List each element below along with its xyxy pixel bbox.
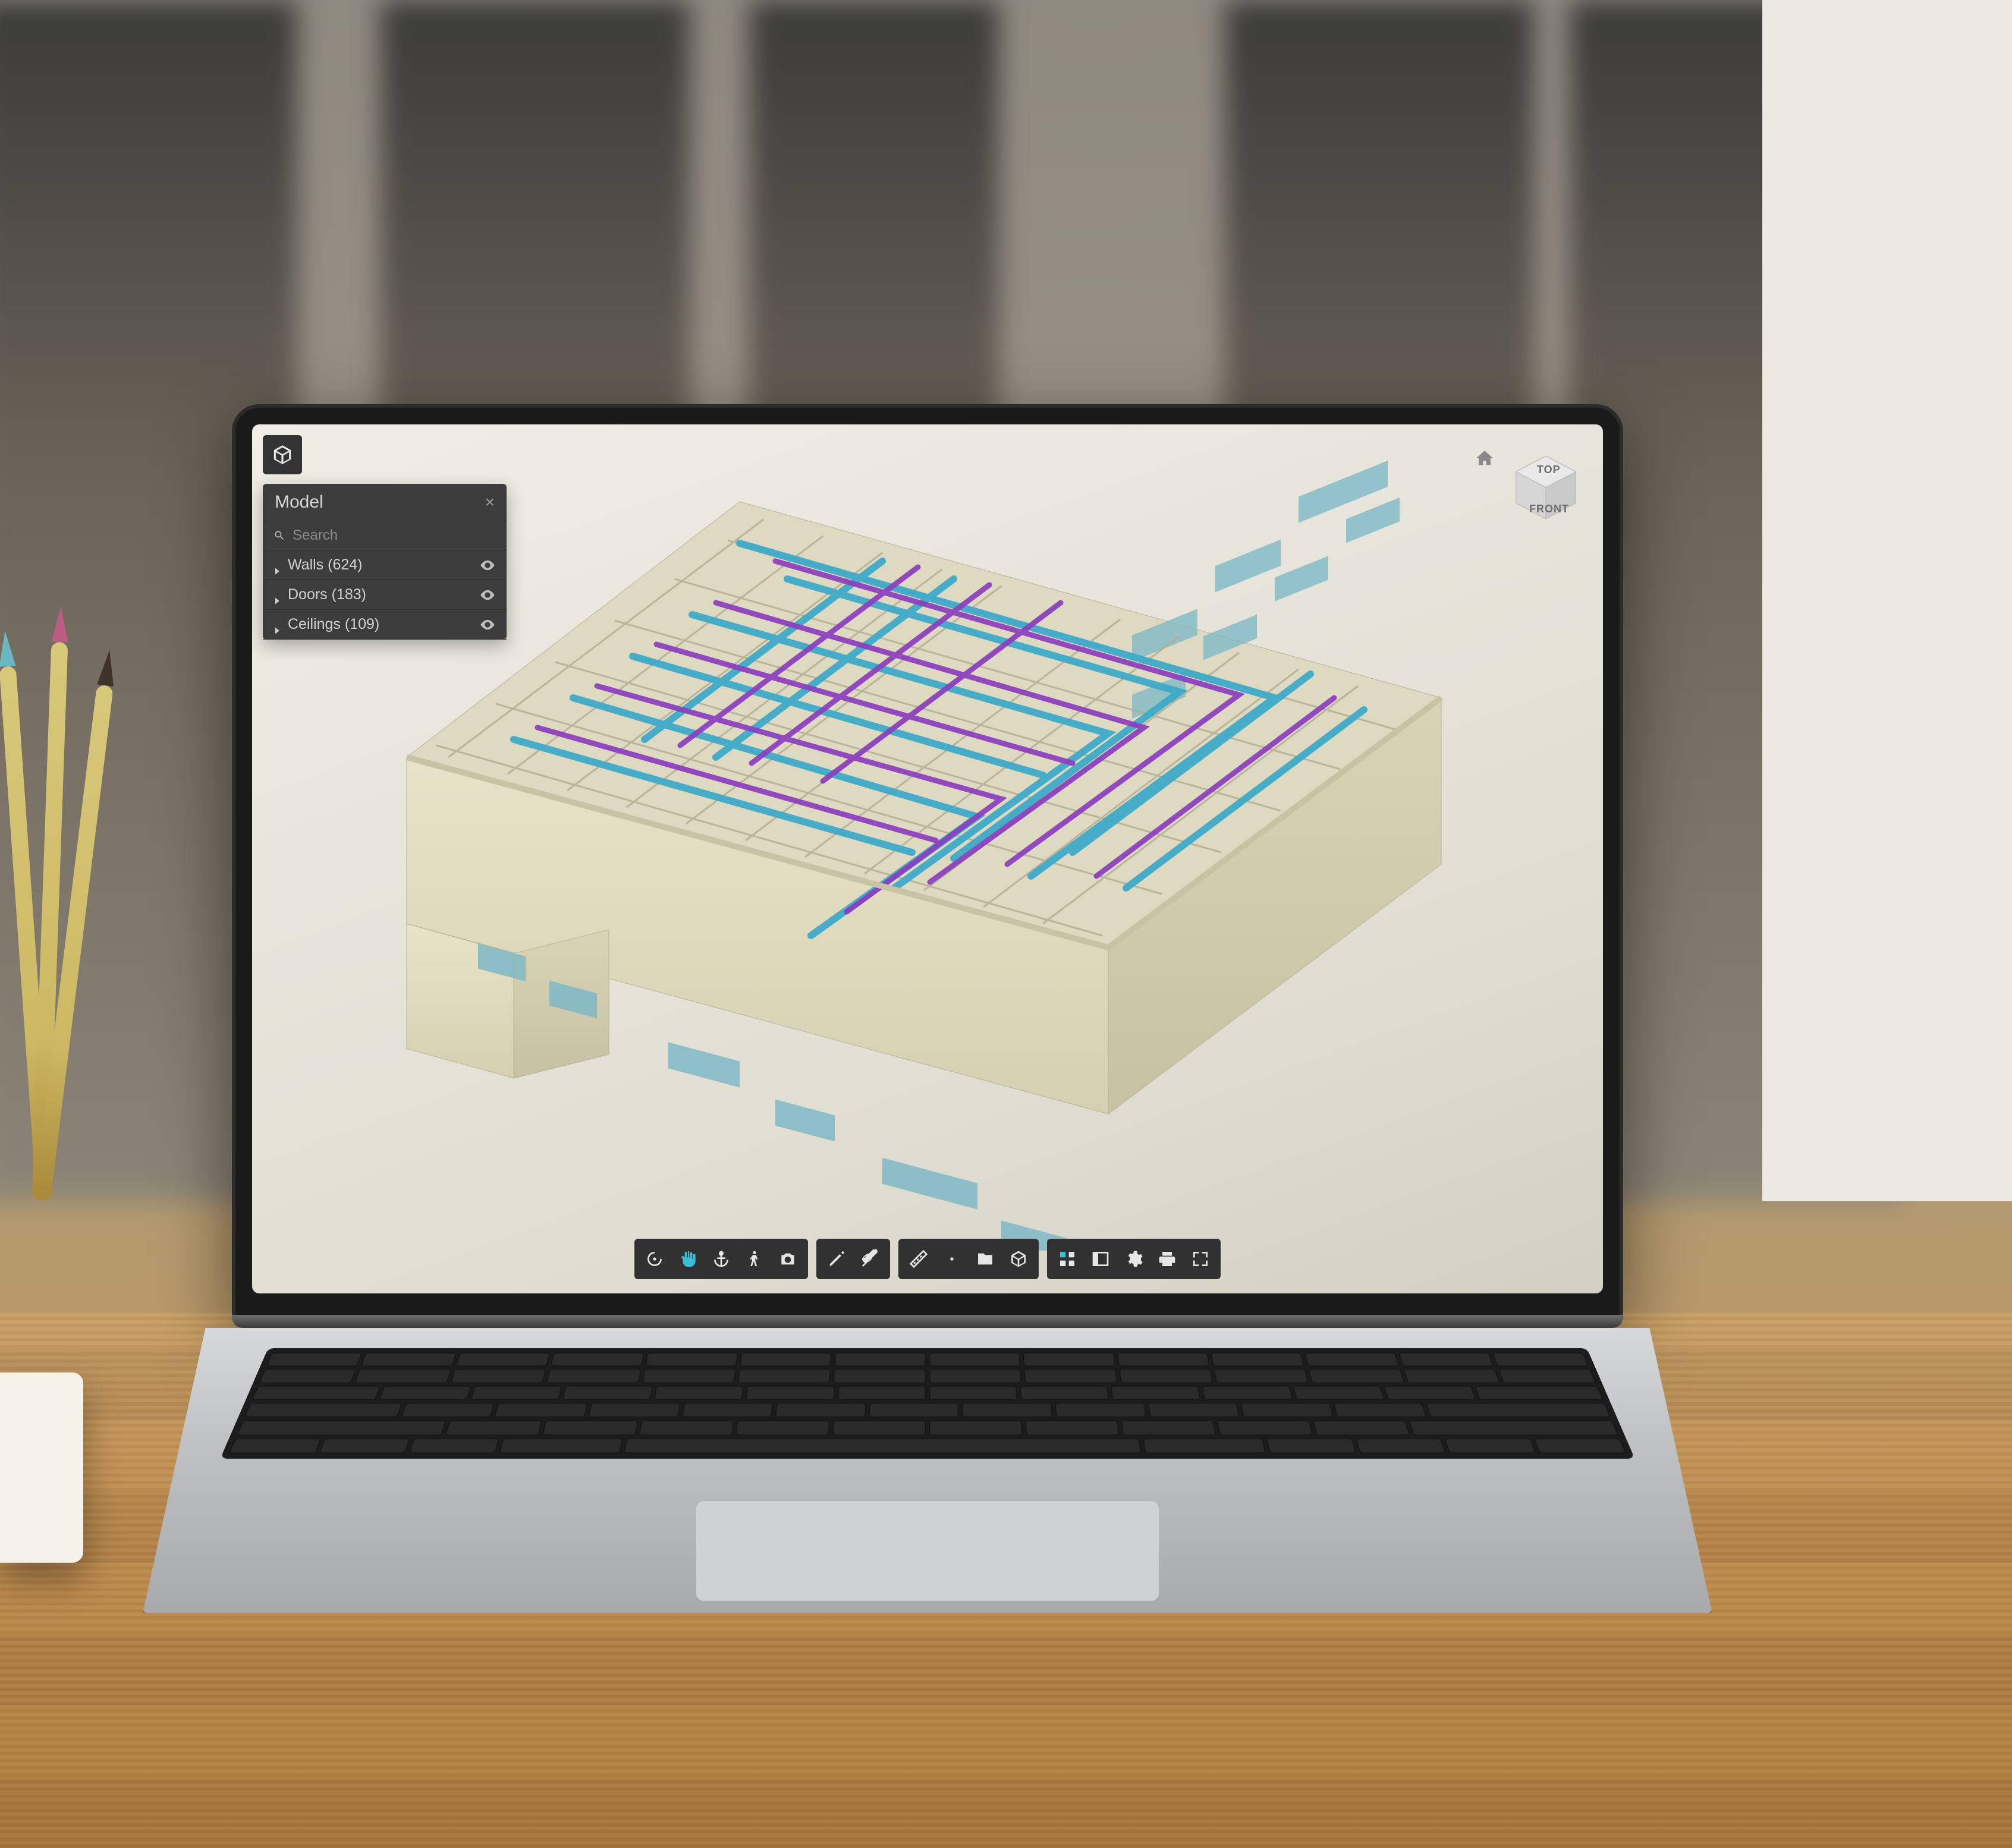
keyboard — [221, 1348, 1635, 1459]
markup-button[interactable] — [820, 1242, 853, 1276]
walk-button[interactable] — [738, 1242, 771, 1276]
measure-button[interactable] — [902, 1242, 935, 1276]
explode-button[interactable] — [935, 1242, 969, 1276]
grid-button[interactable] — [1051, 1242, 1084, 1276]
search-icon — [273, 530, 285, 542]
caret-icon — [273, 561, 282, 569]
notebook — [0, 1372, 83, 1563]
pan-button[interactable] — [671, 1242, 705, 1276]
viewcube-button[interactable] — [1002, 1242, 1035, 1276]
model-browser-button[interactable] — [969, 1242, 1002, 1276]
toolbar-group-nav — [634, 1239, 808, 1279]
caret-icon — [273, 621, 282, 629]
laptop: Model × Walls (624) Doors (183) — [143, 404, 1712, 1386]
pencil-cup — [0, 606, 119, 1201]
caret-icon — [273, 591, 282, 599]
trackpad — [696, 1500, 1159, 1601]
laptop-base — [143, 1315, 1712, 1386]
toolbar-group-tools — [898, 1239, 1039, 1279]
toolbar-group-settings — [1047, 1239, 1221, 1279]
3d-canvas[interactable] — [359, 460, 1536, 1251]
viewcube-face-top[interactable]: TOP — [1537, 464, 1561, 476]
laptop-screen-bezel: Model × Walls (624) Doors (183) — [232, 404, 1623, 1320]
panel-title: Model — [275, 492, 323, 512]
orbit-button[interactable] — [638, 1242, 671, 1276]
cube-icon — [271, 443, 294, 466]
toolbar-group-analyze — [816, 1239, 890, 1279]
hide-button[interactable] — [853, 1242, 886, 1276]
camera-button[interactable] — [771, 1242, 804, 1276]
building-model — [359, 460, 1536, 1251]
viewer-toolbar — [634, 1239, 1221, 1279]
fullscreen-button[interactable] — [1184, 1242, 1217, 1276]
settings-button[interactable] — [1117, 1242, 1150, 1276]
app-home-button[interactable] — [263, 435, 302, 474]
print-button[interactable] — [1150, 1242, 1184, 1276]
panel-button[interactable] — [1084, 1242, 1117, 1276]
anchor-button[interactable] — [705, 1242, 738, 1276]
viewer-app: Model × Walls (624) Doors (183) — [252, 424, 1603, 1293]
